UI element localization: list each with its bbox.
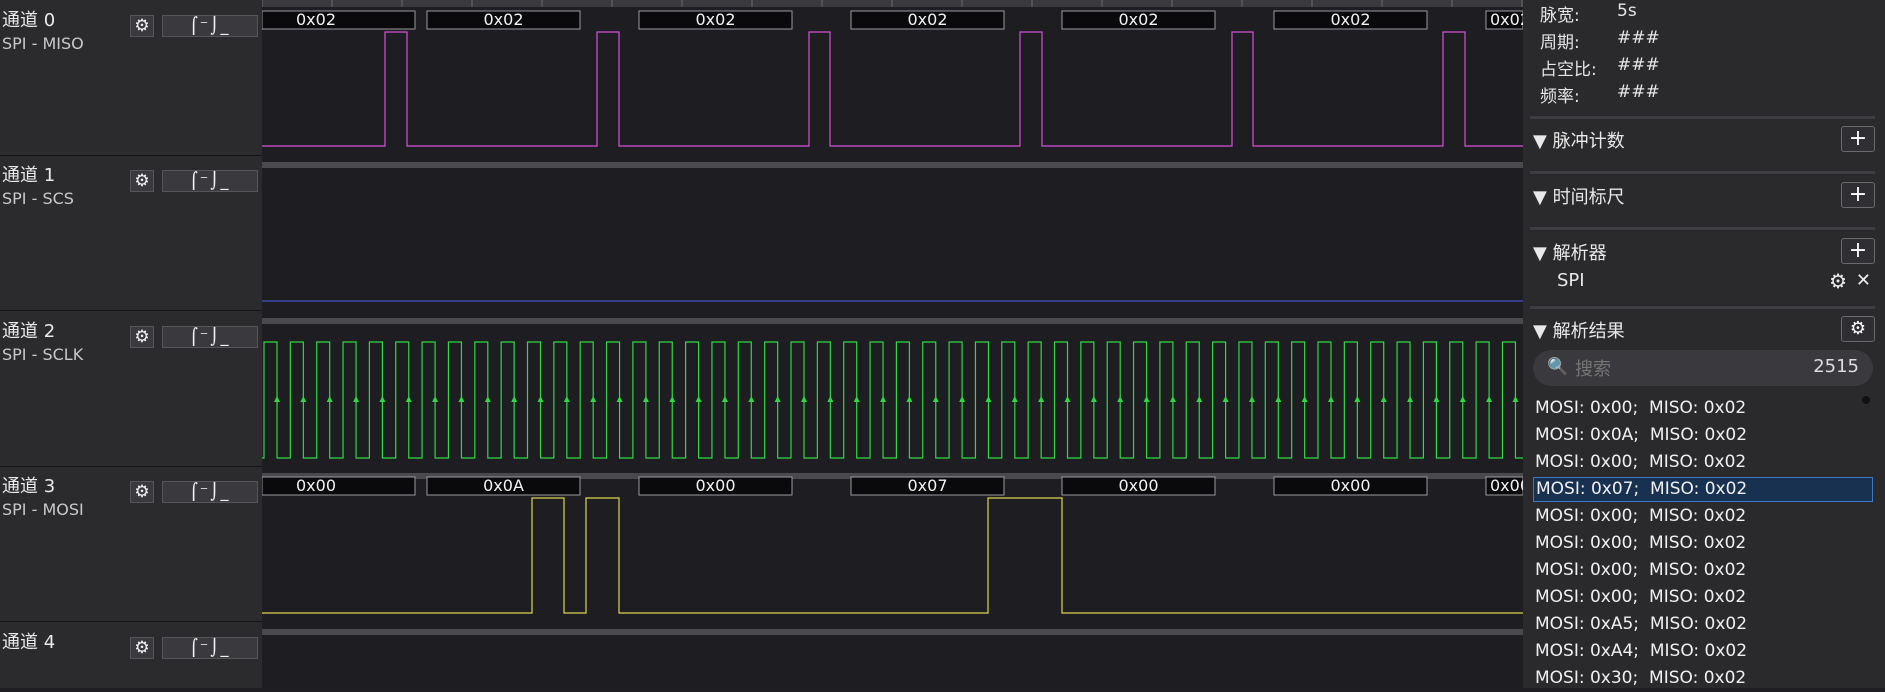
pulse-width-label: 脉宽: (1540, 6, 1580, 26)
decode-label: 0x02 (1330, 10, 1370, 29)
decode-label: 0x02 (483, 10, 523, 29)
decode-box (261, 476, 416, 496)
channel-4-title: 通道 4 (2, 632, 56, 653)
channel-0-header: 通道 0 SPI - MISO ⚙ ⌠⁻⌡_ (0, 0, 262, 156)
time-ruler-title: ▼ 时间标尺 (1533, 187, 1625, 208)
decode-label: 0x00 (1490, 476, 1523, 495)
pulse-count-add-button[interactable]: + (1841, 126, 1875, 152)
analyzer-title: ▼ 解析器 (1533, 243, 1607, 264)
channel-separator (262, 629, 1523, 635)
time-ruler-add-button[interactable]: + (1841, 182, 1875, 208)
channel-0-title: 通道 0 (2, 10, 56, 31)
channel-1-subtitle: SPI - SCS (2, 189, 74, 208)
channel-2-trigger-buttons[interactable]: ⌠⁻⌡_ (162, 326, 258, 348)
frequency-label: 频率: (1540, 87, 1580, 107)
time-ruler-section[interactable]: ▼ 时间标尺 + (1533, 180, 1875, 210)
miso-waveform (262, 31, 1523, 147)
result-row[interactable]: MOSI: 0x00; MISO: 0x02 (1533, 504, 1873, 529)
pulse-count-title: ▼ 脉冲计数 (1533, 131, 1625, 152)
decode-box (261, 10, 416, 30)
decode-label: 0x02 (296, 10, 336, 29)
waveform-area[interactable]: 0x020x020x020x020x020x020x02 0x000x0A0x0… (261, 0, 1530, 688)
channel-1-settings-button[interactable]: ⚙ (130, 170, 154, 192)
result-row-selected[interactable]: MOSI: 0x07; MISO: 0x02 (1533, 477, 1873, 502)
analyzer-spi-label: SPI (1557, 270, 1585, 291)
channel-2-title: 通道 2 (2, 321, 56, 342)
channel-0-subtitle: SPI - MISO (2, 34, 84, 53)
section-divider (1530, 306, 1875, 309)
result-row[interactable]: MOSI: 0x00; MISO: 0x02 (1533, 450, 1873, 475)
decode-label: 0x0A (483, 476, 524, 495)
result-row[interactable]: MOSI: 0x00; MISO: 0x02 (1533, 396, 1873, 421)
channel-3-title: 通道 3 (2, 476, 56, 497)
channel-1-title: 通道 1 (2, 165, 56, 186)
decode-label: 0x00 (1118, 476, 1158, 495)
results-section[interactable]: ▼ 解析结果 ⚙ (1533, 314, 1875, 344)
channel-2-header: 通道 2 SPI - SCLK ⚙ ⌠⁻⌡_ (0, 311, 262, 467)
channel-2-settings-button[interactable]: ⚙ (130, 326, 154, 348)
channel-0-trigger-buttons[interactable]: ⌠⁻⌡_ (162, 15, 258, 37)
analyzer-spi-item[interactable]: SPI ⚙ ✕ (1533, 267, 1875, 297)
frequency-value: ### (1617, 82, 1660, 102)
list-scroll-indicator[interactable] (1862, 396, 1870, 404)
channel-separator (262, 318, 1523, 324)
decode-label: 0x02 (907, 10, 947, 29)
decode-label: 0x02 (1118, 10, 1158, 29)
result-row[interactable]: MOSI: 0x00; MISO: 0x02 (1533, 531, 1873, 556)
channel-0-settings-button[interactable]: ⚙ (130, 15, 154, 37)
channel-separator (262, 162, 1523, 168)
channel-3-settings-button[interactable]: ⚙ (130, 481, 154, 503)
channel-1-header: 通道 1 SPI - SCS ⚙ ⌠⁻⌡_ (0, 155, 262, 311)
channel-label-panel: 通道 0 SPI - MISO ⚙ ⌠⁻⌡_ 通道 1 SPI - SCS ⚙ … (0, 0, 262, 688)
results-search-box[interactable]: 🔍 2515 (1533, 350, 1873, 386)
channel-4-settings-button[interactable]: ⚙ (130, 637, 154, 659)
analyzer-add-button[interactable]: + (1841, 238, 1875, 264)
channel-1-trigger-buttons[interactable]: ⌠⁻⌡_ (162, 170, 258, 192)
decode-label: 0x07 (907, 476, 947, 495)
decode-label: 0x02 (695, 10, 735, 29)
channel-2-subtitle: SPI - SCLK (2, 345, 84, 364)
results-title: ▼ 解析结果 (1533, 321, 1625, 342)
sclk-trace (262, 341, 1523, 459)
mosi-decode-bar: 0x00 0x0A 0x00 0x07 0x00 0x00 0x00 (261, 476, 1530, 496)
results-settings-button[interactable]: ⚙ (1841, 316, 1875, 342)
pulse-width-value: 5s (1617, 1, 1637, 21)
duty-cycle-value: ### (1617, 55, 1660, 75)
result-row[interactable]: MOSI: 0x30; MISO: 0x02 (1533, 666, 1873, 688)
analyzer-remove-icon[interactable]: ✕ (1856, 270, 1871, 291)
analyzer-section[interactable]: ▼ 解析器 + (1533, 236, 1875, 266)
channel-4-trigger-buttons[interactable]: ⌠⁻⌡_ (162, 637, 258, 659)
channel-3-subtitle: SPI - MOSI (2, 500, 84, 519)
result-row[interactable]: MOSI: 0x00; MISO: 0x02 (1533, 585, 1873, 610)
section-divider (1530, 116, 1875, 119)
result-row[interactable]: MOSI: 0x00; MISO: 0x02 (1533, 558, 1873, 583)
decode-label: 0x00 (1330, 476, 1370, 495)
results-count: 2515 (1813, 356, 1859, 377)
search-input[interactable] (1573, 355, 1777, 383)
section-divider (1530, 227, 1875, 230)
result-row[interactable]: MOSI: 0x0A; MISO: 0x02 (1533, 423, 1873, 448)
decode-label: 0x00 (296, 476, 336, 495)
channel-3-header: 通道 3 SPI - MOSI ⚙ ⌠⁻⌡_ (0, 466, 262, 622)
duty-cycle-label: 占空比: (1540, 60, 1597, 80)
decode-label: 0x00 (695, 476, 735, 495)
channel-4-header: 通道 4 ⚙ ⌠⁻⌡_ (0, 622, 262, 688)
result-row[interactable]: MOSI: 0xA4; MISO: 0x02 (1533, 639, 1873, 664)
analyzer-settings-icon[interactable]: ⚙ (1829, 269, 1847, 293)
section-divider (1530, 171, 1875, 174)
miso-decode-bar: 0x02 0x02 0x02 0x02 0x02 0x02 0x02 (261, 10, 1530, 30)
mosi-waveform (262, 497, 1523, 614)
result-row[interactable]: MOSI: 0xA5; MISO: 0x02 (1533, 612, 1873, 637)
period-label: 周期: (1540, 33, 1580, 53)
sclk-waveform (262, 341, 1523, 459)
waveform-canvas: 0x020x020x020x020x020x020x02 0x000x0A0x0… (261, 0, 1530, 635)
pulse-count-section[interactable]: ▼ 脉冲计数 + (1533, 124, 1875, 154)
search-icon: 🔍 (1547, 357, 1569, 377)
period-value: ### (1617, 28, 1660, 48)
channel-3-trigger-buttons[interactable]: ⌠⁻⌡_ (162, 481, 258, 503)
decode-label: 0x02 (1490, 10, 1523, 29)
